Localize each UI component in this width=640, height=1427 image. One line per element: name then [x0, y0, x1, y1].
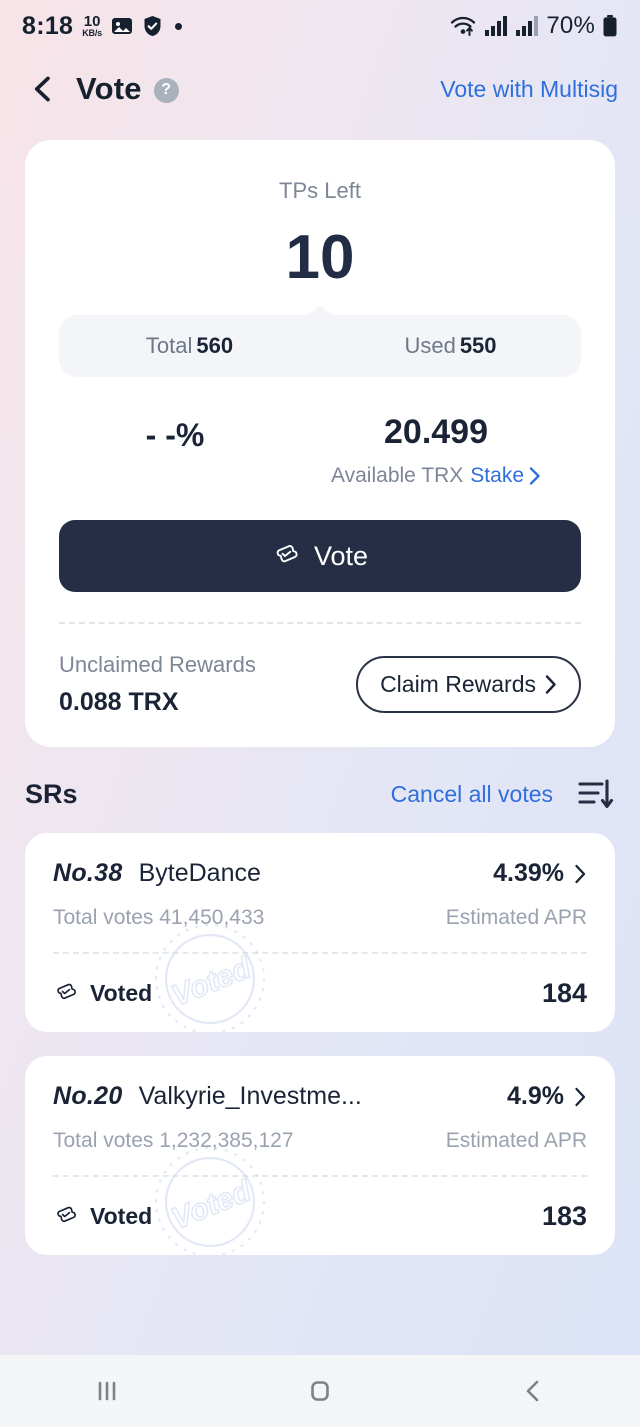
used-label: Used — [404, 333, 456, 359]
rewards-row: Unclaimed Rewards 0.088 TRX Claim Reward… — [59, 652, 581, 717]
home-icon — [311, 1381, 329, 1401]
srs-title: SRs — [25, 778, 78, 809]
battery-icon — [603, 15, 617, 37]
unclaimed-rewards-value: 0.088 TRX — [59, 688, 179, 717]
claim-rewards-button[interactable]: Claim Rewards — [356, 656, 581, 714]
help-icon[interactable]: ? — [153, 77, 179, 103]
used-value: 550 — [459, 333, 497, 359]
sr-vote-count: 183 — [541, 1200, 587, 1231]
total-label: Total — [145, 333, 193, 359]
available-trx-label: Available TRX — [331, 464, 464, 488]
sr-total-votes: Total votes 1,232,385,127 — [53, 1129, 294, 1153]
chevron-left-icon[interactable] — [28, 74, 58, 104]
sr-apr-value: 4.9% — [507, 1082, 564, 1111]
sr-voted-row: Voted 184 — [53, 954, 587, 1032]
ballot-check-icon — [57, 1206, 77, 1222]
sr-apr-value-group: 4.9% — [507, 1082, 587, 1111]
status-bar-clock: 8:18 — [22, 11, 74, 40]
home-button[interactable] — [270, 1355, 370, 1427]
sr-list-item[interactable]: No.20 Valkyrie_Investme... 4.9% Total vo… — [25, 1056, 615, 1256]
sr-apr-value-group: 4.39% — [493, 859, 587, 888]
total-tp-cell: Total 560 — [59, 333, 320, 359]
back-icon — [527, 1380, 539, 1402]
android-nav-bar — [0, 1355, 640, 1427]
back-button[interactable] — [483, 1355, 583, 1427]
stake-link-label: Stake — [470, 464, 524, 488]
status-bar: 8:18 10 KB/s 70% — [0, 0, 640, 52]
recents-icon — [98, 1381, 115, 1401]
sr-meta-row: Total votes 41,450,433 Estimated APR — [53, 906, 587, 930]
sr-rank: No.38 — [53, 859, 123, 888]
sr-voted-row: Voted 183 — [53, 1177, 587, 1255]
card-divider — [59, 622, 581, 625]
sr-header-row: No.20 Valkyrie_Investme... 4.9% — [53, 1082, 587, 1111]
sr-apr-label: Estimated APR — [445, 1129, 587, 1153]
signal-icon — [485, 16, 508, 36]
network-speed-unit: KB/s — [82, 28, 102, 38]
signal-icon-2 — [516, 16, 539, 36]
vote-summary-card: TPs Left 10 Total 560 Used 550 - -% 20.499… — [25, 140, 615, 748]
sr-rank: No.20 — [53, 1082, 123, 1111]
app-header: Vote ? Vote with Multisig — [0, 52, 640, 126]
sr-vote-count: 184 — [541, 977, 587, 1008]
recents-button[interactable] — [57, 1355, 157, 1427]
image-icon — [111, 18, 132, 34]
pill-notch — [305, 306, 335, 318]
sr-voted-label: Voted — [90, 1202, 153, 1229]
status-bar-right: 70% — [450, 12, 618, 40]
sr-voted-status: Voted — [53, 980, 152, 1007]
ballot-check-icon — [57, 983, 77, 999]
vote-with-multisig-link[interactable]: Vote with Multisig — [440, 76, 618, 103]
network-speed-indicator: 10 KB/s — [82, 14, 102, 38]
page-title: Vote — [76, 71, 142, 106]
tp-breakdown-pill: Total 560 Used 550 — [59, 306, 581, 378]
sr-voted-label: Voted — [90, 979, 153, 1006]
total-value: 560 — [196, 333, 234, 359]
percent-value: - -% — [145, 417, 205, 454]
unclaimed-rewards-label: Unclaimed Rewards — [59, 652, 256, 678]
sr-total-votes: Total votes 41,450,433 — [53, 906, 265, 930]
dot-indicator — [174, 22, 182, 30]
chevron-right-icon — [575, 864, 586, 883]
sr-header-row: No.38 ByteDance 4.39% — [53, 859, 587, 888]
tps-left-value: 10 — [285, 223, 355, 292]
sr-apr-value: 4.39% — [493, 859, 564, 888]
available-trx-amount: 20.499 — [384, 413, 488, 452]
stats-row: - -% 20.499 Available TRX Stake — [59, 413, 581, 488]
battery-percent: 70% — [546, 12, 595, 39]
shield-icon — [144, 16, 161, 36]
chevron-right-icon — [529, 467, 540, 485]
cancel-all-votes-link[interactable]: Cancel all votes — [391, 781, 553, 808]
sr-list-item[interactable]: No.38 ByteDance 4.39% Total votes 41,450… — [25, 833, 615, 1033]
claim-rewards-label: Claim Rewards — [380, 671, 536, 698]
srs-section-header: SRs Cancel all votes — [0, 747, 640, 833]
network-speed-value: 10 — [83, 13, 101, 30]
ballot-check-icon — [276, 545, 298, 563]
sr-meta-row: Total votes 1,232,385,127 Estimated APR — [53, 1129, 587, 1153]
wifi-icon — [451, 16, 476, 36]
chevron-right-icon — [545, 675, 556, 694]
sr-apr-label: Estimated APR — [445, 906, 587, 930]
chevron-right-icon — [575, 1087, 586, 1106]
sr-name: Valkyrie_Investme... — [138, 1082, 362, 1111]
status-bar-left: 8:18 10 KB/s — [22, 12, 182, 41]
vote-button-label: Vote — [313, 540, 369, 571]
available-trx-block: 20.499 Available TRX Stake — [291, 413, 581, 488]
stake-link[interactable]: Stake — [470, 464, 541, 488]
vote-button[interactable]: Vote — [59, 520, 581, 593]
available-trx-subrow: Available TRX Stake — [291, 464, 581, 488]
rewards-text-block: Unclaimed Rewards 0.088 TRX — [59, 652, 256, 717]
tps-left-label: TPs Left — [279, 178, 361, 203]
sort-descending-icon[interactable] — [577, 777, 615, 811]
sr-voted-status: Voted — [53, 1203, 152, 1230]
sr-name: ByteDance — [138, 859, 261, 888]
used-tp-cell: Used 550 — [320, 333, 581, 359]
